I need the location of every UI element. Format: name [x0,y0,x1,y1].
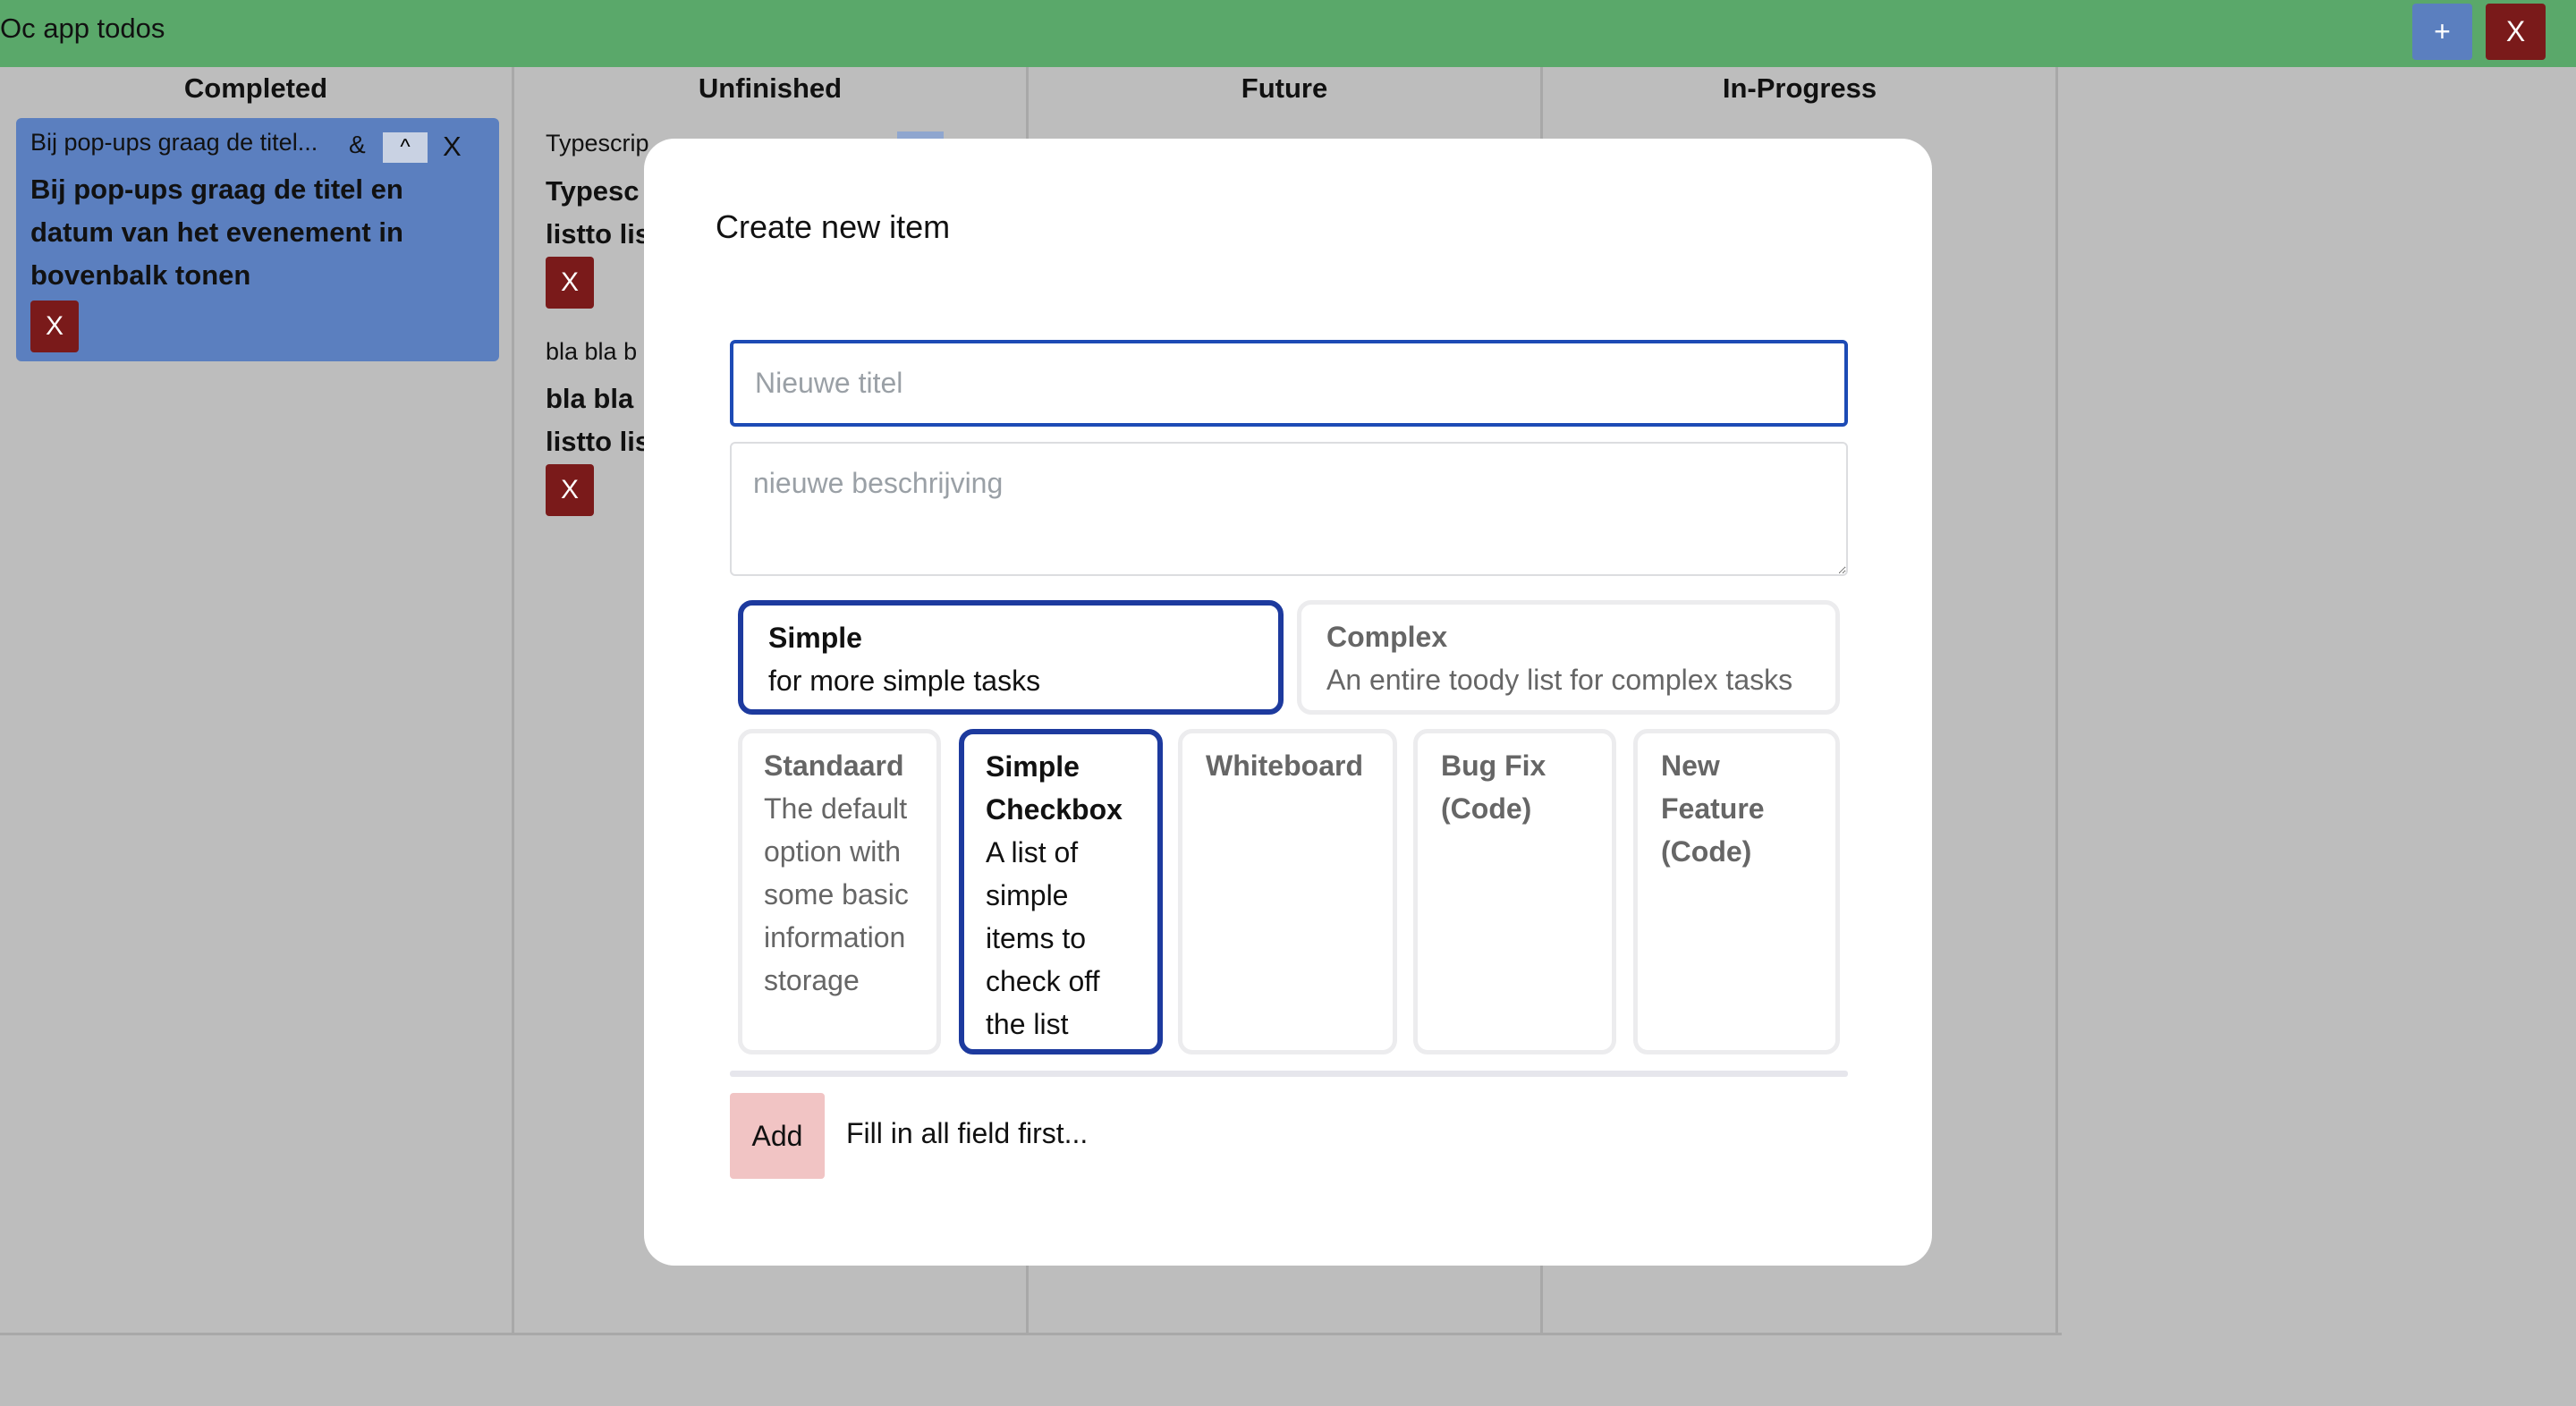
template-option-bug-fix[interactable]: Bug Fix (Code) [1413,729,1616,1054]
add-button[interactable]: Add [730,1093,825,1179]
template-option-simple-checkbox[interactable]: Simple Checkbox A list of simple items t… [959,729,1163,1054]
option-name: New Feature (Code) [1661,750,1765,868]
option-name: Simple [768,622,862,654]
option-name: Simple Checkbox [986,750,1123,826]
dialog-title: Create new item [716,208,951,245]
template-option-whiteboard[interactable]: Whiteboard [1178,729,1397,1054]
template-option-standaard[interactable]: Standaard The default option with some b… [738,729,941,1054]
option-description: An entire toody list for complex tasks [1326,664,1793,696]
option-name: Bug Fix (Code) [1441,750,1546,825]
template-option-new-feature[interactable]: New Feature (Code) [1633,729,1840,1054]
title-input[interactable] [730,340,1848,427]
option-description: The default option with some basic infor… [764,792,909,996]
option-description: A list of simple items to check off the … [986,836,1100,1040]
option-name: Complex [1326,621,1448,653]
description-input[interactable] [730,442,1848,576]
dialog-divider [730,1071,1848,1077]
kind-option-simple[interactable]: Simple for more simple tasks [738,600,1284,715]
validation-hint: Fill in all field first... [846,1117,1089,1149]
kind-option-complex[interactable]: Complex An entire toody list for complex… [1297,600,1840,715]
option-name: Standaard [764,750,904,782]
option-name: Whiteboard [1206,750,1363,782]
option-description: for more simple tasks [768,665,1041,697]
create-item-dialog: Create new item Simple for more simple t… [644,139,1932,1266]
